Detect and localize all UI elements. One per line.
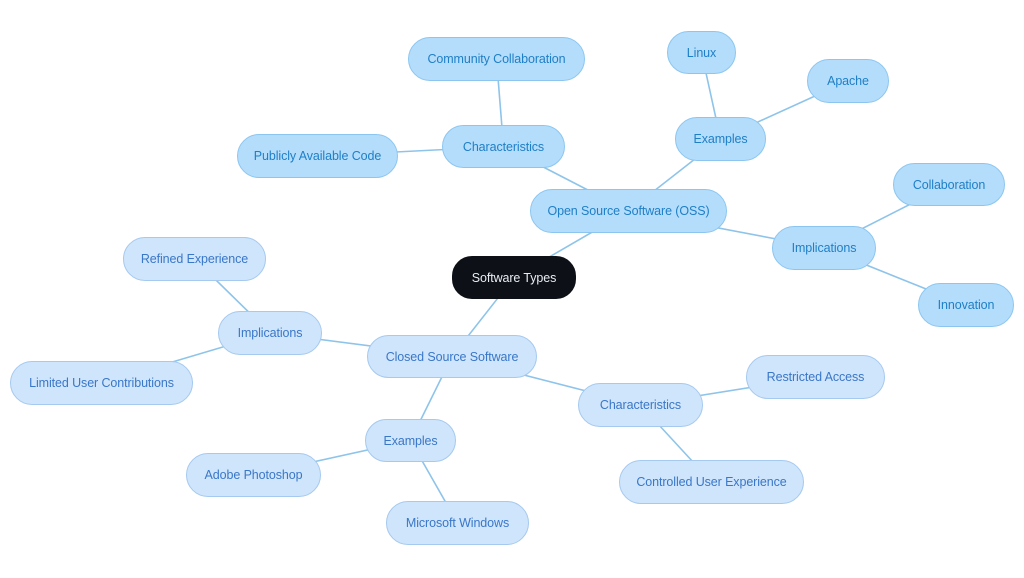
node-oss-implications[interactable]: Implications [772, 226, 876, 270]
node-adobe-photoshop[interactable]: Adobe Photoshop [186, 453, 321, 497]
node-oss-examples[interactable]: Examples [675, 117, 766, 161]
node-oss-characteristics[interactable]: Characteristics [442, 125, 565, 168]
node-closed-characteristics[interactable]: Characteristics [578, 383, 703, 427]
node-linux[interactable]: Linux [667, 31, 736, 74]
node-microsoft-windows[interactable]: Microsoft Windows [386, 501, 529, 545]
node-apache[interactable]: Apache [807, 59, 889, 103]
node-closed-examples[interactable]: Examples [365, 419, 456, 462]
node-controlled-user-experience[interactable]: Controlled User Experience [619, 460, 804, 504]
node-refined-experience[interactable]: Refined Experience [123, 237, 266, 281]
node-community-collaboration[interactable]: Community Collaboration [408, 37, 585, 81]
node-open-source-software[interactable]: Open Source Software (OSS) [530, 189, 727, 233]
node-closed-implications[interactable]: Implications [218, 311, 322, 355]
node-collaboration[interactable]: Collaboration [893, 163, 1005, 206]
node-publicly-available-code[interactable]: Publicly Available Code [237, 134, 398, 178]
node-limited-user-contributions[interactable]: Limited User Contributions [10, 361, 193, 405]
node-closed-source-software[interactable]: Closed Source Software [367, 335, 537, 378]
root-node-software-types[interactable]: Software Types [452, 256, 576, 299]
node-restricted-access[interactable]: Restricted Access [746, 355, 885, 399]
node-innovation[interactable]: Innovation [918, 283, 1014, 327]
